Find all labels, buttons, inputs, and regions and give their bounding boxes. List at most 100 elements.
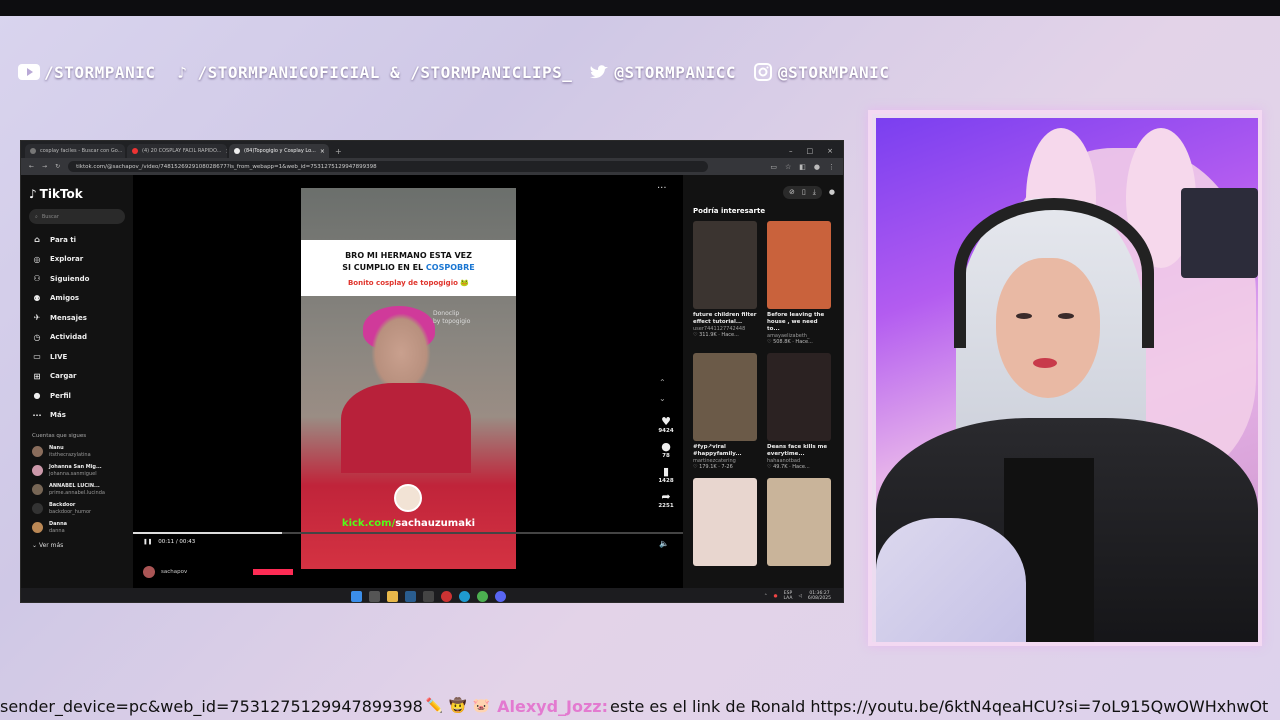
nav-siguiendo[interactable]: ⚇ Siguiendo xyxy=(29,269,125,289)
see-more-link[interactable]: ⌄ Ver más xyxy=(29,542,125,549)
comment-button[interactable]: ● 78 xyxy=(651,440,681,459)
nav-cargar[interactable]: ⊞ Cargar xyxy=(29,367,125,387)
reload-icon[interactable]: ↻ xyxy=(55,163,60,170)
chevron-down-icon: ⌄ xyxy=(32,542,38,549)
live-icon: ▭ xyxy=(33,352,41,362)
video-author[interactable]: sachapov xyxy=(143,566,294,578)
tiktok-handle: ♪ /STORMPANICOFICIAL & /STORMPANICLIPS_ xyxy=(171,63,572,82)
menu-kebab-icon[interactable]: ⋮ xyxy=(828,163,835,171)
user-avatar-icon[interactable]: ● xyxy=(829,188,835,196)
video-player[interactable]: BRO MI HERMANO ESTA VEZ SI CUMPLIO EN EL… xyxy=(301,188,516,569)
tray-chevron-icon[interactable]: ⌃ xyxy=(764,594,768,599)
close-tab-icon[interactable]: × xyxy=(225,148,227,155)
steam-icon[interactable] xyxy=(405,590,416,602)
background-shelf xyxy=(1181,188,1258,278)
activity-icon: ◷ xyxy=(33,332,41,342)
suggestion-thumbnail xyxy=(693,221,757,309)
edge-icon[interactable] xyxy=(459,590,470,602)
block-icon[interactable]: ⊘ xyxy=(789,188,795,197)
following-account[interactable]: Johanna San Mig... johanna.sanmiguel xyxy=(29,464,125,477)
headset xyxy=(954,198,1154,348)
bookmark-icon: ▮ xyxy=(662,465,670,478)
nav-live[interactable]: ▭ LIVE xyxy=(29,347,125,367)
volume-icon[interactable]: 🔈 xyxy=(659,539,669,548)
nav-perfil[interactable]: ● Perfil xyxy=(29,386,125,406)
nav-mensajes[interactable]: ✈ Mensajes xyxy=(29,308,125,328)
avatar xyxy=(143,566,155,578)
video-progress-bar[interactable] xyxy=(133,532,683,534)
share-button[interactable]: ➦ 2251 xyxy=(651,490,681,509)
new-tab-button[interactable]: + xyxy=(335,147,342,156)
chevron-down-icon[interactable]: ⌄ xyxy=(659,391,666,407)
nav-explorar[interactable]: ◎ Explorar xyxy=(29,250,125,270)
browser-tab-3[interactable]: (84)Topogigio y Cosplay Lo... × xyxy=(229,144,329,158)
pause-icon[interactable]: ❚❚ xyxy=(143,539,152,545)
home-icon: ⌂ xyxy=(34,235,40,245)
pencil-emoji-icon: ✏️ xyxy=(425,698,444,714)
suggestion-card[interactable] xyxy=(693,478,757,566)
close-window-icon[interactable]: × xyxy=(827,147,833,155)
suggestion-card[interactable]: future children filter effect tutorial..… xyxy=(693,221,757,345)
following-account[interactable]: Danna danna xyxy=(29,521,125,534)
nav-actividad[interactable]: ◷ Actividad xyxy=(29,328,125,348)
store-icon[interactable] xyxy=(369,590,380,602)
chevron-up-icon[interactable]: ⌃ xyxy=(659,375,666,391)
webcam-frame xyxy=(868,110,1262,646)
share-icon: ➦ xyxy=(661,490,671,503)
download-icon[interactable]: ⤓ xyxy=(813,188,816,197)
browser-tab-2[interactable]: (4) 20 COSPLAY FACIL RAPIDO...× xyxy=(127,144,227,158)
browser-tab-1[interactable]: cosplay faciles - Buscar con Go...× xyxy=(25,144,125,158)
twitter-handle-text: @STORMPANICC xyxy=(614,62,736,82)
discord-icon[interactable] xyxy=(495,590,506,602)
bookmark-button[interactable]: ▮ 1428 xyxy=(651,465,681,484)
url-field[interactable]: tiktok.com/@sachapov_/video/748152692910… xyxy=(68,161,709,172)
suggestion-grid: future children filter effect tutorial..… xyxy=(693,221,835,566)
cast-icon[interactable]: ▭ xyxy=(770,163,777,171)
microphone-icon[interactable]: ● xyxy=(774,594,778,599)
forward-icon[interactable]: → xyxy=(42,163,47,170)
streamer-leg xyxy=(876,518,1026,642)
more-options-icon[interactable]: ··· xyxy=(657,183,667,194)
phone-icon[interactable]: ▯ xyxy=(802,188,806,197)
windows-start-icon[interactable] xyxy=(351,590,362,602)
youtube-favicon-icon xyxy=(132,148,138,154)
suggestion-thumbnail xyxy=(767,353,831,441)
tiktok-logo[interactable]: ♪ TikTok xyxy=(29,187,125,201)
tiktok-search-input[interactable]: ⌕ Buscar xyxy=(29,209,125,224)
video-actions: ♥ 9424 ● 78 ▮ 1428 ➦ 2251 xyxy=(651,415,681,515)
follow-button[interactable] xyxy=(253,569,294,575)
twitter-handle: @STORMPANICC xyxy=(588,63,736,82)
nav-amigos[interactable]: ⚉ Amigos xyxy=(29,289,125,309)
chat-ticker: sender_device=pc&web_id=7531275129947899… xyxy=(0,696,1269,716)
suggestion-thumbnail xyxy=(693,478,757,566)
like-button[interactable]: ♥ 9424 xyxy=(651,415,681,434)
chrome-alt-icon[interactable] xyxy=(441,590,452,602)
following-account[interactable]: Backdoor backdoor_humor xyxy=(29,502,125,515)
instagram-handle-text: @STORMPANIC xyxy=(777,62,890,82)
chat-message: este es el link de Ronald https://youtu.… xyxy=(610,696,1269,716)
following-account[interactable]: Nanu itsthecrazylatina xyxy=(29,445,125,458)
suggestion-card[interactable]: #fyp↗viral #happyfamily... martinezcateri… xyxy=(693,353,757,470)
suggestion-card[interactable]: Deans face kills me everytime... hahaanot… xyxy=(767,353,831,470)
cowboy-emoji-icon: 🤠 xyxy=(449,698,467,714)
suggestion-card[interactable]: Before leaving the house , we need to...… xyxy=(767,221,831,345)
language-indicator[interactable]: ESP LAA xyxy=(784,591,793,601)
maximize-icon[interactable]: □ xyxy=(807,147,814,155)
nav-para-ti[interactable]: ⌂ Para ti xyxy=(29,230,125,250)
suggestion-card[interactable] xyxy=(767,478,831,566)
instagram-icon xyxy=(752,63,774,81)
folder-icon[interactable] xyxy=(387,590,398,602)
clock[interactable]: 01:36:27 6/08/2025 xyxy=(808,591,831,601)
video-area: BRO MI HERMANO ESTA VEZ SI CUMPLIO EN EL… xyxy=(133,175,683,588)
chrome-icon[interactable] xyxy=(477,590,488,602)
extensions-icon[interactable]: ◧ xyxy=(799,163,806,171)
nav-mas[interactable]: ··· Más xyxy=(29,406,125,426)
profile-avatar-icon[interactable]: ● xyxy=(814,163,820,171)
close-tab-icon[interactable]: × xyxy=(320,148,325,155)
volume-icon[interactable]: ◁ xyxy=(798,594,801,599)
minimize-icon[interactable]: – xyxy=(789,147,793,155)
following-account[interactable]: ANNABEL LUCIN... prime.annabel.lucinda xyxy=(29,483,125,496)
back-icon[interactable]: ← xyxy=(29,163,34,170)
app-icon[interactable] xyxy=(423,590,434,602)
star-icon[interactable]: ☆ xyxy=(785,163,791,171)
